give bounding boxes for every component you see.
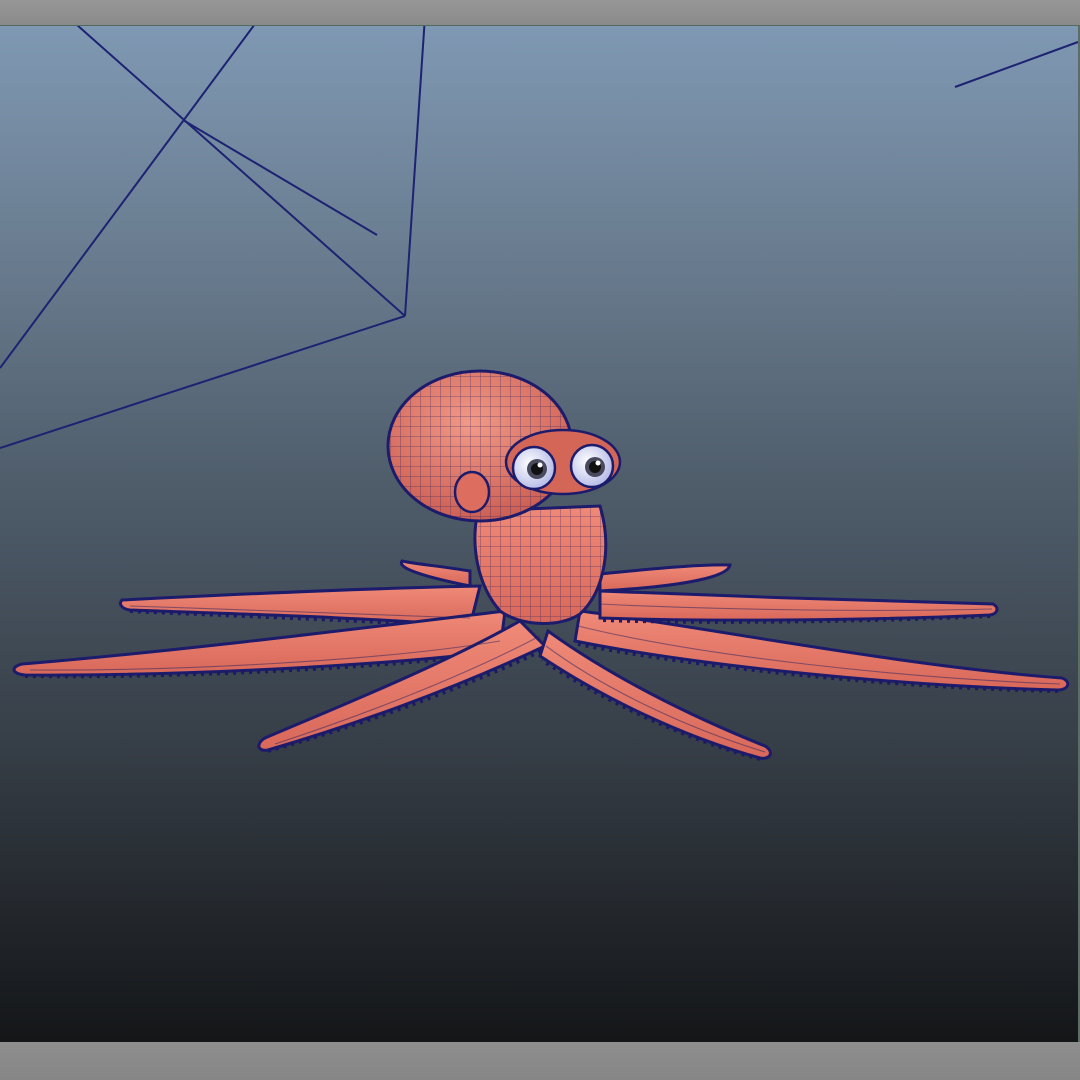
octopus-mesh[interactable]	[12, 366, 1070, 761]
top-toolbar-strip	[0, 0, 1080, 25]
right-eye[interactable]	[569, 443, 615, 489]
tentacle-back-right[interactable]	[598, 563, 732, 593]
left-eye[interactable]	[511, 445, 557, 491]
bottom-status-strip	[0, 1042, 1080, 1080]
tentacle-back-left[interactable]	[399, 559, 472, 588]
camera-edge-line[interactable]	[0, 315, 406, 449]
3d-viewport[interactable]	[0, 25, 1080, 1043]
camera-edge-line[interactable]	[50, 26, 406, 317]
camera-edge-line[interactable]	[954, 41, 1078, 88]
camera-edge-line[interactable]	[182, 119, 378, 236]
octopus-siphon[interactable]	[453, 470, 491, 514]
viewport-scene[interactable]	[0, 26, 1078, 1042]
tentacle-right-upper[interactable]	[598, 589, 999, 622]
camera-edge-line[interactable]	[404, 26, 426, 317]
modeling-app-window	[0, 0, 1080, 1080]
camera-frustum-lines[interactable]	[0, 26, 1078, 449]
